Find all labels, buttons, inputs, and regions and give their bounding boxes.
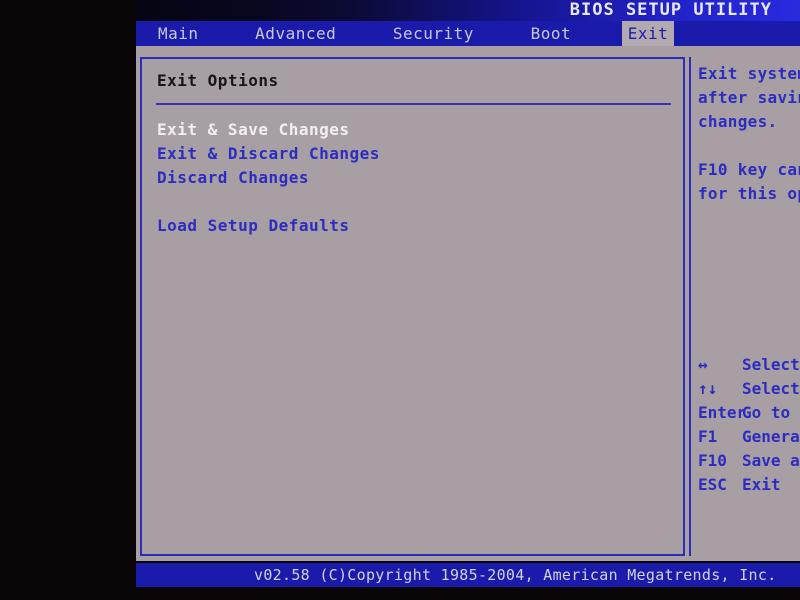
title-bar: BIOS SETUP UTILITY — [136, 0, 800, 21]
panel-heading: Exit Options — [157, 71, 279, 90]
legend-desc: Select Screen — [742, 355, 800, 374]
legend-row-select-item: ↑↓ Select Item — [698, 377, 800, 401]
tab-advanced[interactable]: Advanced — [249, 21, 342, 46]
legend-key-esc: ESC — [698, 475, 727, 494]
option-discard-changes[interactable]: Discard Changes — [157, 166, 672, 190]
exit-options-panel: Exit Options Exit & Save Changes Exit & … — [140, 57, 685, 556]
help-text-line: F10 key can be used — [698, 160, 800, 179]
legend-key-enter: Enter — [698, 403, 747, 422]
panel-divider — [689, 57, 691, 556]
option-list: Exit & Save Changes Exit & Discard Chang… — [157, 118, 672, 238]
up-down-arrow-icon: ↑↓ — [698, 379, 718, 398]
screen-bottom-border — [136, 587, 800, 600]
legend-desc: Select Item — [742, 379, 800, 398]
legend-row-enter: EnterGo to Sub Screen — [698, 401, 800, 425]
legend-desc: Go to Sub Screen — [742, 403, 800, 422]
help-text-line: changes. — [698, 112, 778, 131]
legend-key-f10: F10 — [698, 451, 727, 470]
page-title: BIOS SETUP UTILITY — [569, 0, 772, 20]
bios-setup-screen: BIOS SETUP UTILITY Main Advanced Securit… — [136, 0, 800, 600]
help-text-spacer — [698, 134, 800, 158]
legend-key-f1: F1 — [698, 427, 718, 446]
legend-row-f1: F1 General Help — [698, 425, 800, 449]
help-text-line: for this operation. — [698, 184, 800, 203]
tab-boot[interactable]: Boot — [525, 21, 578, 46]
help-text-line: after saving the — [698, 88, 800, 107]
legend-row-select-screen: ↔ Select Screen — [698, 353, 800, 377]
tab-security[interactable]: Security — [387, 21, 480, 46]
help-text-line: Exit system setup — [698, 64, 800, 83]
desktop-background: BIOS SETUP UTILITY Main Advanced Securit… — [0, 0, 800, 600]
status-bar: v02.58 (C)Copyright 1985-2004, American … — [136, 563, 800, 587]
legend-desc: Exit — [742, 475, 781, 494]
key-legend: ↔ Select Screen ↑↓ Select Item EnterGo to … — [698, 353, 800, 497]
legend-desc: Save and Exit — [742, 451, 800, 470]
option-load-setup-defaults[interactable]: Load Setup Defaults — [157, 214, 672, 238]
legend-row-esc: ESC Exit — [698, 473, 800, 497]
option-exit-save-changes[interactable]: Exit & Save Changes — [157, 118, 672, 142]
menu-tabs: Main Advanced Security Boot Exit — [136, 21, 675, 46]
tab-main[interactable]: Main — [152, 21, 205, 46]
legend-desc: General Help — [742, 427, 800, 446]
menu-bar: Main Advanced Security Boot Exit — [136, 21, 800, 46]
legend-row-f10: F10 Save and Exit — [698, 449, 800, 473]
option-exit-discard-changes[interactable]: Exit & Discard Changes — [157, 142, 672, 166]
panel-heading-divider — [156, 103, 671, 105]
copyright-text: v02.58 (C)Copyright 1985-2004, American … — [254, 566, 777, 584]
left-right-arrow-icon: ↔ — [698, 355, 708, 374]
tab-exit[interactable]: Exit — [621, 21, 675, 46]
